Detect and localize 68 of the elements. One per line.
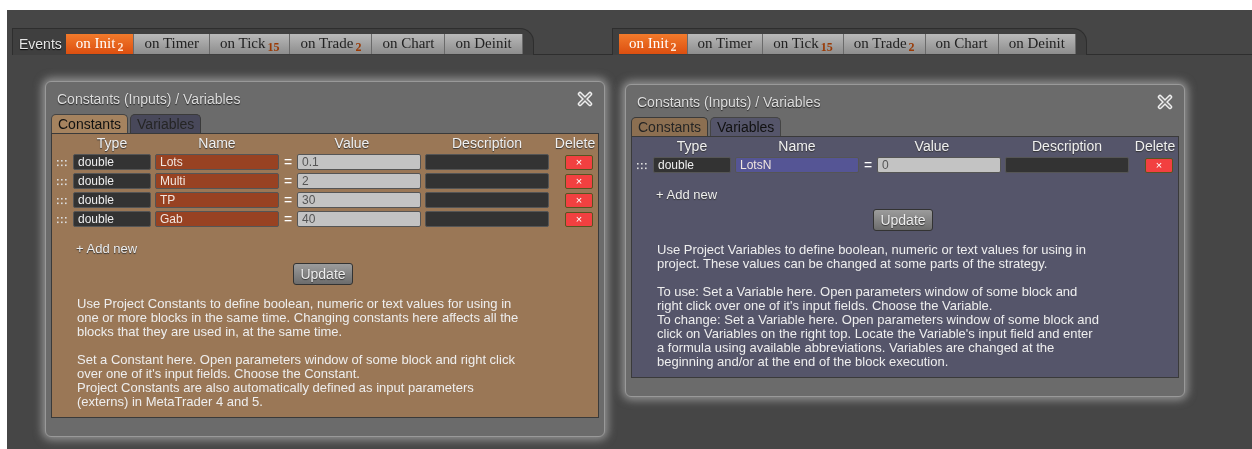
sub-tab[interactable]: Constants — [51, 114, 129, 133]
name-field[interactable]: Gab — [155, 211, 279, 227]
delete-button[interactable]: × — [1145, 157, 1173, 173]
value-field[interactable]: 0.1 — [297, 154, 421, 170]
help-text: Use Project Constants to define boolean, numeric or text values for using in one or more blocks in the same time. Changing constants here affects all the blocks that they are used in, at the same time. — [77, 297, 520, 339]
events-label: Events — [19, 35, 62, 52]
dialog-title: Constants (Inputs) / Variables — [637, 94, 821, 110]
column-header: Delete — [553, 136, 597, 151]
help-text: To use: Set a Variable here. Open parameters window of some block and right click over one of it's input fields. Choose the Variable. — [657, 285, 1079, 313]
event-tab[interactable]: on Timer — [134, 33, 210, 54]
delete-button[interactable]: × — [565, 173, 593, 189]
delete-button[interactable]: × — [565, 154, 593, 170]
type-field[interactable]: double — [73, 154, 151, 170]
delete-button[interactable]: × — [565, 192, 593, 208]
column-header: Type — [95, 136, 129, 151]
column-header: Name — [777, 139, 817, 154]
description-field[interactable] — [425, 192, 549, 208]
equals-sign: = — [283, 212, 293, 226]
sub-tab[interactable]: Constants — [631, 117, 709, 136]
name-field[interactable]: Lots — [155, 154, 279, 170]
help-text: To change: Set a Variable here. Open parameters window of some block and click on Variables on the right top. Locate the Variable's input field and enter a formula using available abbreviations. Variables are changed at the beginning and/or at the end of the block execution. — [657, 313, 1100, 369]
drag-handle-icon[interactable] — [56, 214, 67, 224]
column-header: Value — [913, 139, 951, 154]
drag-handle-icon[interactable] — [56, 176, 67, 186]
equals-sign: = — [863, 158, 873, 172]
add-new-link[interactable]: + Add new — [656, 187, 718, 202]
event-tab[interactable]: on Chart — [372, 33, 446, 54]
type-field[interactable]: double — [653, 157, 731, 173]
event-tab[interactable]: on Chart — [925, 33, 999, 54]
name-field[interactable]: Multi — [155, 173, 279, 189]
name-field[interactable]: TP — [155, 192, 279, 208]
description-field[interactable] — [425, 173, 549, 189]
value-field[interactable]: 30 — [297, 192, 421, 208]
column-header: Description — [1031, 139, 1103, 154]
type-field[interactable]: double — [73, 192, 151, 208]
equals-sign: = — [283, 155, 293, 169]
type-field[interactable]: double — [73, 211, 151, 227]
update-button[interactable]: Update — [873, 209, 933, 231]
value-field[interactable]: 0 — [877, 157, 1001, 173]
description-field[interactable] — [1005, 157, 1129, 173]
drag-handle-icon[interactable] — [636, 160, 647, 170]
equals-sign: = — [283, 193, 293, 207]
value-field[interactable]: 2 — [297, 173, 421, 189]
value-field[interactable]: 40 — [297, 211, 421, 227]
drag-handle-icon[interactable] — [56, 157, 67, 167]
delete-button[interactable]: × — [565, 211, 593, 227]
event-tab[interactable]: on Timer — [687, 33, 764, 54]
help-text: Set a Constant here. Open parameters window of some block and right click over one of it's input fields. Choose the Constant. — [77, 353, 516, 381]
name-field[interactable]: LotsN — [735, 157, 859, 173]
event-tab[interactable]: on Deinit — [998, 33, 1076, 54]
column-header: Description — [451, 136, 523, 151]
close-icon[interactable] — [577, 91, 593, 107]
column-header: Delete — [1133, 139, 1177, 154]
equals-sign: = — [283, 174, 293, 188]
help-text: Use Project Variables to define boolean, numeric or text values for using in project. These values can be changed at some parts of the strategy. — [657, 243, 1087, 271]
dialog-title: Constants (Inputs) / Variables — [57, 91, 241, 107]
help-text: Project Constants are also automatically defined as input parameters (externs) in MetaTrader 4 and 5. — [77, 381, 475, 409]
description-field[interactable] — [425, 154, 549, 170]
description-field[interactable] — [425, 211, 549, 227]
event-tab[interactable]: on Deinit — [445, 33, 523, 54]
column-header: Name — [197, 136, 237, 151]
column-header: Type — [675, 139, 709, 154]
close-icon[interactable] — [1157, 94, 1173, 110]
add-new-link[interactable]: + Add new — [76, 241, 138, 256]
update-button[interactable]: Update — [293, 263, 353, 285]
column-header: Value — [333, 136, 371, 151]
type-field[interactable]: double — [73, 173, 151, 189]
drag-handle-icon[interactable] — [56, 195, 67, 205]
